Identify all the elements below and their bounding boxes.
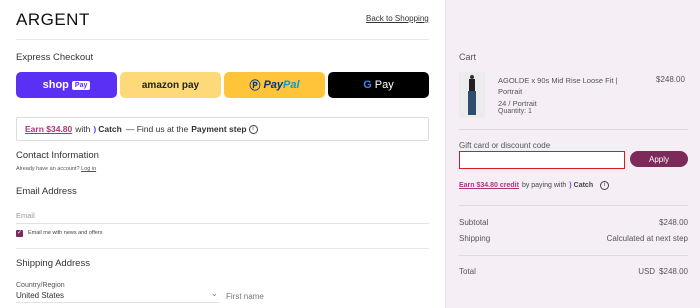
- catch-payment-step: Payment step: [191, 124, 247, 134]
- catch-banner: Earn $34.80 with ) Catch — Find us at th…: [16, 117, 429, 141]
- paypal-label-pay: Pay: [263, 79, 284, 91]
- checkout-main: ARGENT Back to Shopping Express Checkout…: [0, 0, 445, 308]
- divider: [16, 39, 429, 40]
- paypal-label-pal: Pal: [283, 79, 300, 91]
- gift-code-label: Gift card or discount code: [459, 141, 551, 150]
- divider: [459, 205, 688, 206]
- catch-credit-link[interactable]: Earn $34.80 credit: [459, 182, 519, 189]
- model-image: [467, 75, 477, 115]
- divider: [459, 129, 688, 130]
- gift-code-input[interactable]: [459, 151, 625, 169]
- catch-logo-icon: ): [93, 124, 97, 134]
- total-value: $248.00: [659, 267, 688, 276]
- apply-button[interactable]: Apply: [630, 151, 688, 167]
- email-heading: Email Address: [16, 186, 77, 197]
- product-quantity: Quantity: 1: [498, 108, 532, 115]
- chevron-down-icon[interactable]: ⌄: [211, 289, 218, 298]
- google-g-icon: G: [363, 79, 372, 91]
- subtotal-label: Subtotal: [459, 218, 489, 227]
- login-link[interactable]: Log in: [81, 166, 96, 172]
- total-amount: USD $248.00: [638, 267, 688, 276]
- product-variant: 24 / Portrait: [498, 99, 537, 108]
- cart-title: Cart: [459, 52, 477, 62]
- paypal-icon: Ⓟ: [249, 80, 261, 92]
- catch-credit-text: by paying with: [521, 182, 567, 189]
- store-logo[interactable]: ARGENT: [16, 10, 90, 30]
- amazon-pay-label: amazon pay: [141, 79, 200, 91]
- shipping-value: Calculated at next step: [606, 234, 688, 243]
- first-name-input[interactable]: First name: [226, 292, 264, 301]
- shop-pay-badge: Pay: [71, 80, 91, 90]
- newsletter-label: Email me with news and offers: [28, 230, 103, 236]
- catch-logo-icon: ): [569, 182, 572, 189]
- product-thumbnail: [459, 72, 485, 118]
- paypal-button[interactable]: Ⓟ Pay Pal: [224, 72, 325, 98]
- catch-brand: Catch: [98, 124, 122, 134]
- catch-credit-brand: Catch: [573, 182, 594, 189]
- amazon-pay-button[interactable]: amazon pay: [120, 72, 221, 98]
- shop-pay-label: shop: [42, 79, 69, 91]
- contact-title: Contact Information: [16, 150, 99, 161]
- subtotal-value: $248.00: [659, 218, 688, 227]
- catch-with-text: with: [75, 124, 91, 134]
- country-underline: [16, 302, 219, 303]
- shipping-label: Shipping: [459, 234, 491, 243]
- info-icon[interactable]: i: [248, 124, 258, 134]
- country-label: Country/Region: [16, 282, 65, 289]
- email-underline: [16, 223, 429, 224]
- product-name: AGOLDE x 90s Mid Rise Loose Fit | Portra…: [498, 76, 618, 96]
- product-price: $248.00: [656, 75, 685, 84]
- info-icon[interactable]: i: [600, 181, 610, 190]
- catch-credit-line: Earn $34.80 credit by paying with ) Catc…: [459, 181, 610, 190]
- express-checkout-title: Express Checkout: [16, 52, 94, 63]
- google-pay-label: Pay: [374, 79, 394, 91]
- catch-text: — Find us at the: [125, 124, 189, 134]
- divider: [16, 248, 429, 249]
- back-to-shopping-link[interactable]: Back to Shopping: [366, 14, 429, 23]
- country-select[interactable]: United States: [16, 291, 64, 300]
- have-account-text: Already have an account? Log in: [16, 166, 96, 172]
- shop-pay-button[interactable]: shop Pay: [16, 72, 117, 98]
- total-currency: USD: [638, 267, 656, 276]
- have-account-label: Already have an account?: [16, 166, 80, 172]
- google-pay-button[interactable]: G Pay: [328, 72, 429, 98]
- newsletter-checkbox[interactable]: ✓: [16, 230, 23, 237]
- shipping-title: Shipping Address: [16, 258, 90, 269]
- total-label: Total: [459, 267, 476, 276]
- email-input[interactable]: Email: [16, 211, 35, 220]
- catch-earn-link[interactable]: Earn $34.80: [25, 124, 72, 134]
- divider: [459, 255, 688, 256]
